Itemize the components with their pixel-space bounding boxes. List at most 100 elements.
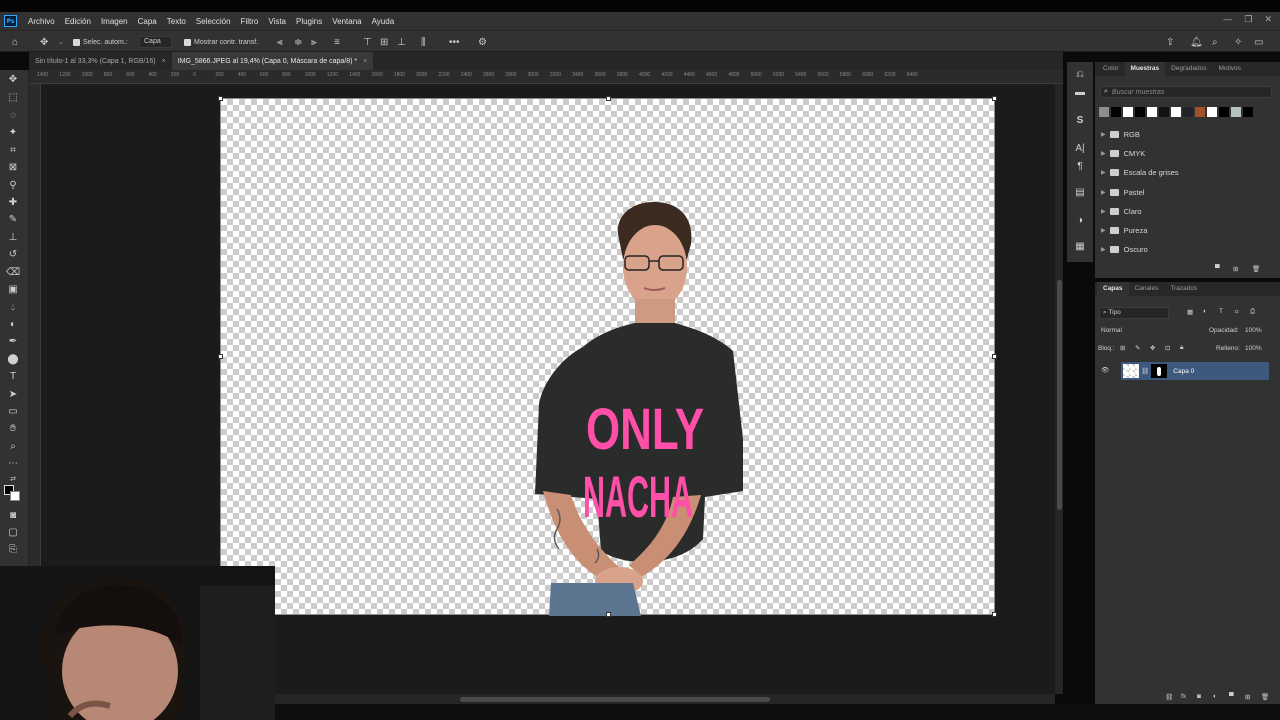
- align-right-icon[interactable]: ⫸: [311, 36, 317, 48]
- add-mask-icon[interactable]: ◙: [1197, 693, 1201, 700]
- tab-img-5866[interactable]: IMG_5866.JPEG al 19,4% (Capa 0, Máscara …: [171, 52, 374, 70]
- horizontal-scroll-thumb[interactable]: [460, 697, 770, 702]
- eraser-tool-icon[interactable]: ⌫: [6, 267, 20, 279]
- close-window-button[interactable]: ✕: [1264, 14, 1272, 25]
- brush-tool-icon[interactable]: ✎: [6, 214, 20, 226]
- rectangle-tool-icon[interactable]: ▭: [6, 406, 20, 418]
- swatch-color[interactable]: [1123, 107, 1133, 117]
- lock-all-icon[interactable]: 🔒︎: [1180, 344, 1183, 352]
- autoselect-dropdown[interactable]: Capa: [139, 36, 172, 48]
- screen-mode-icon[interactable]: ▢: [6, 527, 20, 539]
- transform-handle[interactable]: [992, 612, 997, 617]
- menu-ayuda[interactable]: Ayuda: [367, 17, 400, 26]
- discover-icon[interactable]: ✧: [1234, 36, 1242, 48]
- crop-tool-icon[interactable]: ⌗: [6, 145, 20, 157]
- filter-shape-icon[interactable]: ⌑: [1235, 308, 1238, 316]
- swatch-folder-grayscale[interactable]: ▶ Escala de grises: [1101, 166, 1179, 178]
- transform-handle[interactable]: [992, 354, 997, 359]
- swatch-color[interactable]: [1135, 107, 1145, 117]
- lock-artboard-icon[interactable]: ⊡: [1165, 344, 1170, 352]
- delete-layer-icon[interactable]: 🗑︎: [1261, 693, 1269, 701]
- eye-icon[interactable]: 👁︎: [1101, 366, 1109, 374]
- move-tool-icon[interactable]: ✥: [40, 36, 48, 48]
- zoom-tool-icon[interactable]: ⌕: [6, 441, 20, 453]
- swatch-color[interactable]: [1195, 107, 1205, 117]
- workspace-icon[interactable]: ▭: [1254, 36, 1263, 48]
- menu-vista[interactable]: Vista: [263, 17, 291, 26]
- adjustment-layer-icon[interactable]: ◐: [1213, 693, 1217, 700]
- paragraph-icon[interactable]: A|: [1073, 142, 1087, 156]
- swatch-color[interactable]: [1099, 107, 1109, 117]
- path-select-icon[interactable]: ➤: [6, 389, 20, 401]
- swatch-folder-pure[interactable]: ▶ Pureza: [1101, 224, 1147, 236]
- swatch-color[interactable]: [1231, 107, 1241, 117]
- filter-type-icon[interactable]: T: [1219, 308, 1223, 315]
- swatch-folder-light[interactable]: ▶ Claro: [1101, 205, 1142, 217]
- tab-degradados[interactable]: Degradados: [1165, 62, 1212, 76]
- blend-mode-dropdown[interactable]: Normal: [1099, 325, 1204, 336]
- distribute-vertical-icon[interactable]: ⫼: [421, 36, 426, 48]
- move-tool-icon[interactable]: ✥: [6, 74, 20, 86]
- fx-icon[interactable]: fx: [1181, 693, 1186, 700]
- menu-seleccion[interactable]: Selección: [191, 17, 236, 26]
- more-options-icon[interactable]: •••: [449, 36, 460, 48]
- swatch-folder-rgb[interactable]: ▶ RGB: [1101, 128, 1140, 140]
- trash-icon[interactable]: 🗑︎: [1252, 265, 1260, 273]
- filter-adjust-icon[interactable]: ◐: [1203, 308, 1207, 315]
- transform-handle[interactable]: [218, 354, 223, 359]
- artboard-icon[interactable]: ⎘: [6, 544, 20, 556]
- autoselect-checkbox[interactable]: Selec. autom.:: [73, 36, 128, 48]
- share-icon[interactable]: ⇪: [1166, 36, 1174, 48]
- swatch-folder-dark[interactable]: ▶ Oscuro: [1101, 243, 1148, 255]
- swatch-color[interactable]: [1243, 107, 1253, 117]
- swatch-folder-cmyk[interactable]: ▶ CMYK: [1101, 147, 1145, 159]
- marquee-tool-icon[interactable]: ⬚: [6, 92, 20, 104]
- adjustments-icon[interactable]: ◑: [1073, 214, 1087, 228]
- history-brush-icon[interactable]: ↺: [6, 249, 20, 261]
- menu-plugins[interactable]: Plugins: [291, 17, 327, 26]
- tab-canales[interactable]: Canales: [1129, 282, 1165, 296]
- swatch-search-input[interactable]: ⌕ Buscar muestras: [1100, 86, 1272, 98]
- opacity-value[interactable]: 100%: [1245, 327, 1262, 334]
- menu-ventana[interactable]: Ventana: [327, 17, 366, 26]
- home-icon[interactable]: ⌂: [12, 36, 18, 48]
- document-canvas[interactable]: ONLY NACHA: [218, 96, 997, 617]
- quick-mask-icon[interactable]: ◙: [6, 510, 20, 522]
- fill-value[interactable]: 100%: [1245, 345, 1262, 352]
- new-group-icon[interactable]: ▀: [1215, 265, 1220, 272]
- properties-icon[interactable]: ▦: [1073, 240, 1087, 254]
- new-layer-icon[interactable]: ⊞: [1245, 693, 1250, 701]
- distribute-icon[interactable]: ≡: [334, 36, 340, 48]
- libraries-icon[interactable]: ▤: [1073, 186, 1087, 200]
- transform-handle[interactable]: [606, 96, 611, 101]
- tab-capas[interactable]: Capas: [1097, 282, 1129, 296]
- background-color-swatch[interactable]: [10, 491, 20, 501]
- filter-pixel-icon[interactable]: ▦: [1187, 308, 1193, 316]
- swatch-color[interactable]: [1147, 107, 1157, 117]
- menu-capa[interactable]: Capa: [133, 17, 162, 26]
- swatch-color[interactable]: [1159, 107, 1169, 117]
- swatch-color[interactable]: [1183, 107, 1193, 117]
- magic-wand-icon[interactable]: ✦: [6, 127, 20, 139]
- swatch-color[interactable]: [1219, 107, 1229, 117]
- paragraph-style-icon[interactable]: ¶: [1073, 160, 1087, 174]
- swatch-folder-pastel[interactable]: ▶ Pastel: [1101, 186, 1144, 198]
- type-tool-icon[interactable]: T: [6, 371, 20, 383]
- tab-close-icon[interactable]: ×: [363, 58, 367, 65]
- new-group-icon[interactable]: ▀: [1229, 693, 1234, 700]
- gradient-tool-icon[interactable]: ▣: [6, 284, 20, 296]
- layer-name[interactable]: Capa 0: [1173, 368, 1194, 375]
- minimize-button[interactable]: —: [1223, 14, 1232, 25]
- search-icon[interactable]: ⌕: [1212, 36, 1218, 48]
- align-center-icon[interactable]: ≑: [294, 36, 302, 48]
- sponge-tool-icon[interactable]: ⬤: [6, 354, 20, 366]
- history-panel-icon[interactable]: ⎌: [1073, 68, 1087, 82]
- link-layers-icon[interactable]: ⛓︎: [1165, 693, 1173, 701]
- tab-color[interactable]: Color: [1097, 62, 1125, 76]
- transform-handle[interactable]: [218, 96, 223, 101]
- transform-handle[interactable]: [992, 96, 997, 101]
- swatch-color[interactable]: [1111, 107, 1121, 117]
- show-transform-checkbox[interactable]: Mostrar contr. transf.: [184, 36, 258, 48]
- pen-tool-icon[interactable]: ✒: [6, 336, 20, 348]
- swatch-color[interactable]: [1171, 107, 1181, 117]
